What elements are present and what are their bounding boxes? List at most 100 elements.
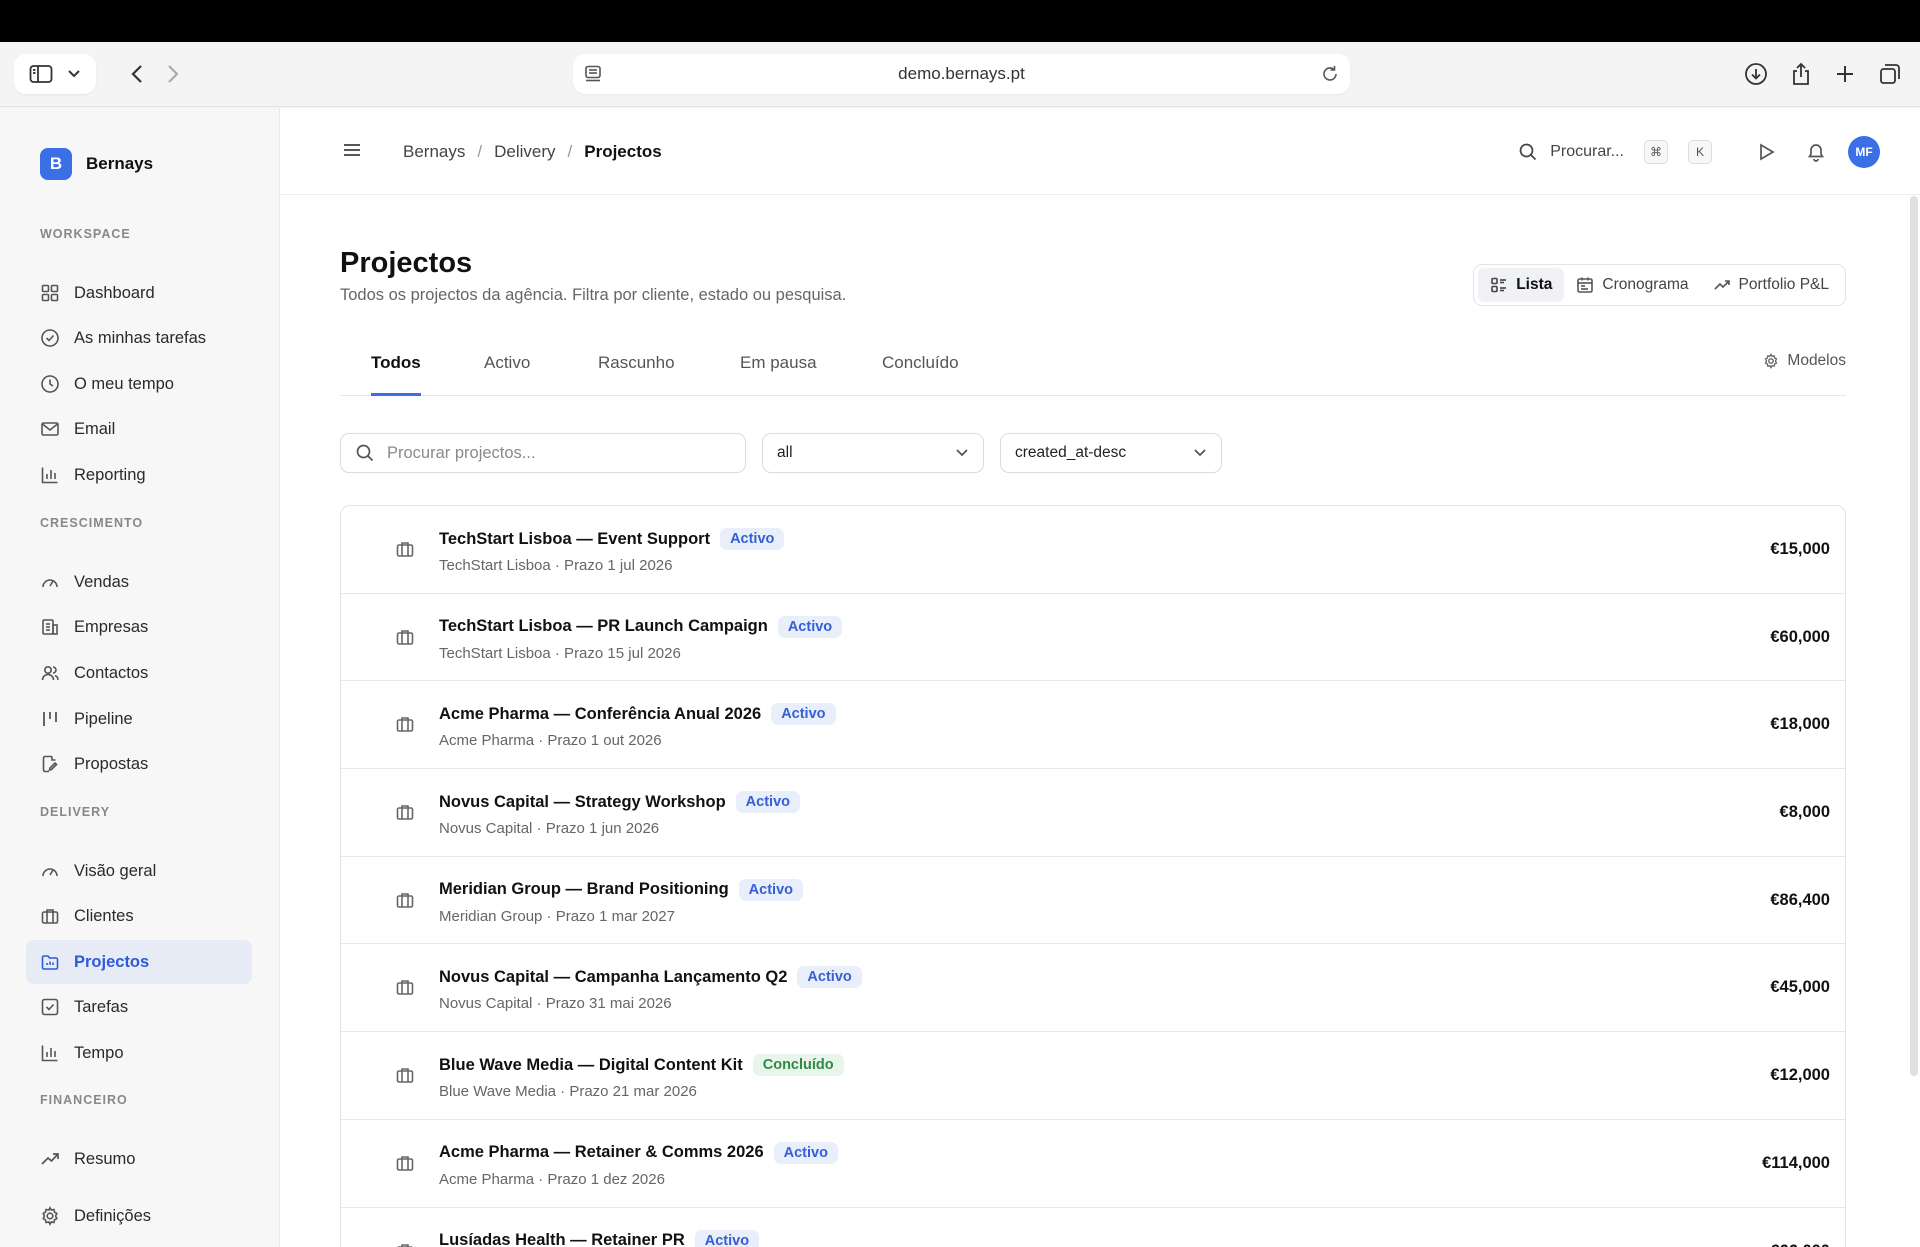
sidebar-item-label: Definições (74, 1206, 152, 1225)
sidebar-item-dashboard[interactable]: Dashboard (26, 271, 252, 315)
project-amount: €114,000 (1762, 1153, 1830, 1172)
table-row[interactable]: Blue Wave Media — Digital Content Kit Con… (341, 1032, 1845, 1120)
sidebar-item-definicoes[interactable]: Definições (26, 1194, 252, 1238)
tab-todos[interactable]: Todos (371, 330, 421, 396)
table-row[interactable]: Novus Capital — Campanha Lançamento Q2 Ac… (341, 944, 1845, 1033)
project-meta: Novus Capital · Prazo 1 jun 2026 (439, 820, 660, 838)
new-tab-icon[interactable] (1834, 63, 1856, 85)
status-badge: Activo (777, 615, 843, 638)
reload-icon[interactable] (1320, 64, 1340, 84)
sort-value: created_at-desc (1015, 444, 1127, 461)
breadcrumb-item-delivery[interactable]: Delivery (494, 108, 555, 195)
sort-select[interactable]: created_at-desc (1000, 433, 1222, 473)
project-name[interactable]: TechStart Lisboa — Event Support (439, 530, 710, 549)
sidebar-item-propostas[interactable]: Propostas (26, 742, 252, 786)
user-avatar[interactable]: MF (1848, 136, 1880, 168)
sidebar-item-label: Pipeline (74, 709, 133, 728)
tab-em-pausa[interactable]: Em pausa (740, 330, 817, 396)
bar-chart-icon (40, 1043, 60, 1063)
project-name[interactable]: Acme Pharma — Retainer & Comms 2026 (439, 1143, 764, 1162)
mail-icon (40, 419, 60, 439)
tab-concluido[interactable]: Concluído (882, 330, 959, 396)
view-portfolio-button[interactable]: Portfolio P&L (1701, 268, 1841, 302)
view-lista-button[interactable]: Lista (1478, 268, 1565, 302)
briefcase-icon (395, 1153, 415, 1173)
project-name[interactable]: Blue Wave Media — Digital Content Kit (439, 1056, 743, 1075)
sidebar-item-tempo[interactable]: Tempo (26, 1031, 252, 1075)
chevron-down-icon (1193, 448, 1207, 458)
sidebar-item-tarefas[interactable]: Tarefas (26, 985, 252, 1029)
global-search-button[interactable]: Procurar... ⌘ K (1518, 140, 1712, 164)
models-button[interactable]: Modelos (1763, 330, 1846, 392)
sidebar-item-pipeline[interactable]: Pipeline (26, 697, 252, 741)
back-arrow-icon[interactable] (131, 64, 143, 84)
gear-icon (1763, 353, 1779, 369)
view-cronograma-button[interactable]: Cronograma (1564, 268, 1700, 302)
chevron-down-icon[interactable] (67, 69, 81, 79)
sidebar-item-reporting[interactable]: Reporting (26, 453, 252, 497)
sidebar-item-my-tasks[interactable]: As minhas tarefas (26, 316, 252, 360)
sidebar-item-contactos[interactable]: Contactos (26, 651, 252, 695)
project-amount: €12,000 (1770, 1066, 1830, 1085)
forward-arrow-icon[interactable] (167, 64, 179, 84)
project-meta: Novus Capital · Prazo 31 mai 2026 (439, 995, 672, 1013)
status-badge: Activo (720, 528, 785, 550)
section-title-workspace: WORKSPACE (40, 227, 131, 241)
url-text: demo.bernays.pt (898, 64, 1025, 83)
project-name[interactable]: Lusíadas Health — Retainer PR (439, 1231, 685, 1247)
trend-up-icon (1713, 276, 1731, 294)
tab-overview-icon[interactable] (1878, 62, 1902, 86)
sidebar-item-projectos[interactable]: Projectos (26, 940, 252, 984)
table-row[interactable]: Meridian Group — Brand Positioning Activo… (341, 857, 1845, 945)
project-name[interactable]: TechStart Lisboa — PR Launch Campaign (439, 617, 768, 636)
sidebar-item-visao-geral[interactable]: Visão geral (26, 849, 252, 893)
address-bar[interactable]: demo.bernays.pt (573, 54, 1350, 94)
share-icon[interactable] (1790, 62, 1812, 86)
table-row[interactable]: Novus Capital — Strategy Workshop Activo N… (341, 769, 1845, 857)
download-icon[interactable] (1744, 62, 1768, 86)
table-row[interactable]: TechStart Lisboa — PR Launch Campaign Act… (341, 594, 1845, 682)
breadcrumb-item-bernays[interactable]: Bernays (403, 108, 465, 195)
page-scrollbar[interactable] (1910, 196, 1918, 1076)
sidebar-item-label: Contactos (74, 663, 149, 682)
sidebar-item-email[interactable]: Email (26, 407, 252, 451)
search-icon (355, 443, 375, 463)
project-name[interactable]: Novus Capital — Strategy Workshop (439, 793, 726, 812)
sidebar-item-my-time[interactable]: O meu tempo (26, 362, 252, 406)
project-name[interactable]: Meridian Group — Brand Positioning (439, 880, 729, 899)
tab-rascunho[interactable]: Rascunho (598, 330, 675, 396)
section-title-crescimento: CRESCIMENTO (40, 516, 144, 530)
briefcase-icon (395, 1065, 415, 1085)
brand[interactable]: B Bernays (40, 148, 153, 180)
table-row[interactable]: TechStart Lisboa — Event Support Activo Te… (341, 506, 1845, 594)
sidebar-item-label: Email (74, 419, 116, 438)
browser-sidebar-toggle[interactable] (14, 54, 96, 94)
hamburger-menu-icon[interactable] (341, 140, 363, 160)
table-row[interactable]: Lusíadas Health — Retainer PR Activo €66,0… (341, 1208, 1845, 1247)
table-row[interactable]: Acme Pharma — Retainer & Comms 2026 Activ… (341, 1120, 1845, 1208)
project-name[interactable]: Novus Capital — Campanha Lançamento Q2 (439, 968, 787, 987)
bell-icon[interactable] (1806, 142, 1826, 162)
sidebar-item-clientes[interactable]: Clientes (26, 894, 252, 938)
sidebar-item-empresas[interactable]: Empresas (26, 605, 252, 649)
building-icon (40, 617, 60, 637)
sidebar-item-label: Vendas (74, 572, 130, 591)
status-filter-select[interactable]: all (762, 433, 984, 473)
table-row[interactable]: Acme Pharma — Conferência Anual 2026 Acti… (341, 681, 1845, 770)
status-badge: Activo (735, 791, 800, 814)
sidebar-item-label: Propostas (74, 754, 149, 773)
sidebar-item-vendas[interactable]: Vendas (26, 560, 252, 604)
project-title-line: Novus Capital — Strategy Workshop Activo (439, 791, 800, 814)
play-icon[interactable] (1756, 142, 1776, 162)
kbd-k: K (1688, 140, 1712, 164)
sidebar-item-label: Visão geral (74, 861, 157, 880)
project-search-input[interactable] (387, 443, 727, 463)
tab-activo[interactable]: Activo (484, 330, 530, 396)
project-name[interactable]: Acme Pharma — Conferência Anual 2026 (439, 705, 761, 724)
project-title-line: Novus Capital — Campanha Lançamento Q2 Ac… (439, 966, 862, 989)
briefcase-icon (395, 627, 415, 647)
check-circle-icon (40, 328, 60, 348)
sidebar-item-resumo[interactable]: Resumo (26, 1137, 252, 1181)
os-top-bar (0, 0, 1920, 42)
view-switcher: Lista Cronograma Portfolio P&L (1473, 264, 1846, 306)
